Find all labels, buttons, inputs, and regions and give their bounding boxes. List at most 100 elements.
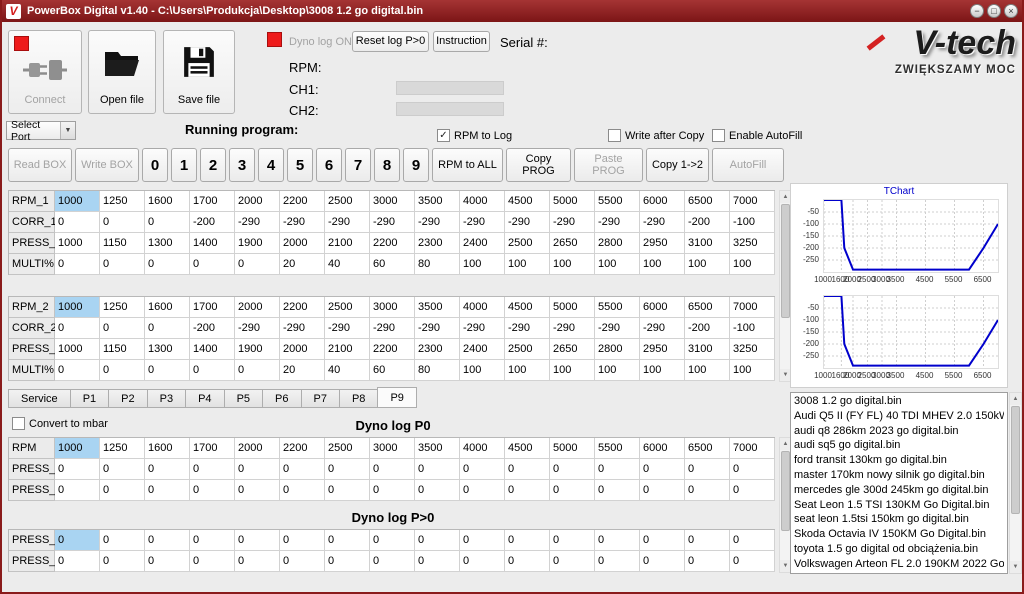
close-button[interactable]: × [1004, 4, 1018, 18]
table-cell[interactable]: 0 [100, 530, 145, 551]
table-cell[interactable]: 0 [145, 212, 190, 233]
instruction-button[interactable]: Instruction [433, 31, 490, 52]
table-cell[interactable]: 0 [280, 530, 325, 551]
table-cell[interactable]: 0 [415, 480, 460, 501]
table-cell[interactable]: 20 [280, 360, 325, 381]
table-cell[interactable]: 1150 [100, 233, 145, 254]
tab-p1[interactable]: P1 [69, 389, 109, 408]
table-cell[interactable]: 1400 [190, 339, 235, 360]
table-cell[interactable]: 0 [235, 360, 280, 381]
table-cell[interactable]: 0 [640, 459, 685, 480]
scroll-down-icon[interactable]: ▼ [1010, 561, 1021, 573]
tab-p8[interactable]: P8 [338, 389, 378, 408]
table-cell[interactable]: 2800 [595, 339, 640, 360]
table-cell[interactable]: -290 [370, 212, 415, 233]
table-cell[interactable]: 2500 [505, 233, 550, 254]
tab-p3[interactable]: P3 [146, 389, 186, 408]
table-cell[interactable]: -290 [550, 212, 595, 233]
digit-button-9[interactable]: 9 [403, 148, 429, 182]
table-cell[interactable]: 0 [325, 551, 370, 572]
table-cell[interactable]: 0 [460, 480, 505, 501]
digit-button-5[interactable]: 5 [287, 148, 313, 182]
table-cell[interactable]: 2100 [325, 233, 370, 254]
table-cell[interactable]: 0 [100, 360, 145, 381]
tab-p5[interactable]: P5 [223, 389, 263, 408]
tab-p9[interactable]: P9 [377, 387, 417, 408]
table-cell[interactable]: 0 [235, 459, 280, 480]
rpm-to-all-button[interactable]: RPM to ALL [432, 148, 503, 182]
table-cell[interactable]: 0 [595, 459, 640, 480]
table-cell[interactable]: 2300 [415, 339, 460, 360]
file-list-item[interactable]: audi q8 286km 2023 go digital.bin [794, 424, 1004, 439]
table-cell[interactable]: -290 [640, 318, 685, 339]
table-cell[interactable]: -200 [685, 318, 730, 339]
digit-button-3[interactable]: 3 [229, 148, 255, 182]
select-port-dropdown[interactable]: Select Port ▼ [6, 119, 76, 143]
write-box-button[interactable]: Write BOX [75, 148, 139, 182]
table-cell[interactable]: -290 [505, 212, 550, 233]
table-cell[interactable]: 1000 [55, 191, 100, 212]
table-cell[interactable]: 0 [145, 459, 190, 480]
table-cell[interactable]: 0 [190, 551, 235, 572]
rpm-to-log-checkbox[interactable]: ✓ RPM to Log [437, 129, 512, 142]
table-cell[interactable]: 3100 [685, 339, 730, 360]
table-cell[interactable]: 4000 [460, 438, 505, 459]
table-cell[interactable]: 1000 [55, 339, 100, 360]
table-cell[interactable]: 2100 [325, 339, 370, 360]
table-cell[interactable]: 2200 [280, 191, 325, 212]
file-list-item[interactable]: Audi Q5 II (FY FL) 40 TDI MHEV 2.0 150kW… [794, 409, 1004, 424]
table-cell[interactable]: 1300 [145, 233, 190, 254]
table-cell[interactable]: 80 [415, 254, 460, 275]
table-cell[interactable]: 2950 [640, 339, 685, 360]
table-cell[interactable]: 0 [370, 530, 415, 551]
table-cell[interactable]: 4500 [505, 297, 550, 318]
table-cell[interactable]: 0 [100, 551, 145, 572]
table-cell[interactable]: 0 [415, 459, 460, 480]
digit-button-7[interactable]: 7 [345, 148, 371, 182]
table-cell[interactable]: 0 [370, 480, 415, 501]
table-cell[interactable]: -290 [460, 212, 505, 233]
table-cell[interactable]: 0 [325, 480, 370, 501]
table-cell[interactable]: 2950 [640, 233, 685, 254]
table-cell[interactable]: 40 [325, 360, 370, 381]
table-cell[interactable]: 0 [550, 551, 595, 572]
open-file-button[interactable]: Open file [88, 30, 156, 114]
table-cell[interactable]: -290 [235, 318, 280, 339]
paste-prog-button[interactable]: Paste PROG [574, 148, 643, 182]
table-cell[interactable]: -200 [190, 318, 235, 339]
table-cell[interactable]: 0 [55, 254, 100, 275]
table-cell[interactable]: 0 [145, 551, 190, 572]
save-file-button[interactable]: Save file [163, 30, 235, 114]
table-cell[interactable]: 100 [505, 360, 550, 381]
table-cell[interactable]: 0 [460, 551, 505, 572]
table-cell[interactable]: 0 [190, 360, 235, 381]
table-cell[interactable]: 60 [370, 254, 415, 275]
table-cell[interactable]: 2200 [280, 297, 325, 318]
tab-p2[interactable]: P2 [108, 389, 147, 408]
digit-button-2[interactable]: 2 [200, 148, 226, 182]
digit-button-6[interactable]: 6 [316, 148, 342, 182]
table-cell[interactable]: 0 [415, 530, 460, 551]
copy-prog-button[interactable]: Copy PROG [506, 148, 571, 182]
digit-button-0[interactable]: 0 [142, 148, 168, 182]
table-cell[interactable]: 0 [730, 530, 775, 551]
table-cell[interactable]: -290 [595, 212, 640, 233]
table-cell[interactable]: 100 [550, 360, 595, 381]
table-cell[interactable]: 3500 [415, 438, 460, 459]
table-cell[interactable]: 2000 [235, 438, 280, 459]
table-cell[interactable]: 0 [550, 459, 595, 480]
file-list-item[interactable]: Skoda Octavia IV 150KM Go Digital.bin [794, 527, 1004, 542]
table-cell[interactable]: 4500 [505, 438, 550, 459]
table-cell[interactable]: 0 [55, 360, 100, 381]
table-cell[interactable]: 0 [685, 551, 730, 572]
dropdown-arrow-icon[interactable]: ▼ [60, 122, 75, 139]
table-cell[interactable]: -200 [190, 212, 235, 233]
table-cell[interactable]: 0 [235, 551, 280, 572]
table-cell[interactable]: 0 [730, 459, 775, 480]
table-cell[interactable]: -290 [640, 212, 685, 233]
table-cell[interactable]: 1600 [145, 297, 190, 318]
table-cell[interactable]: 1600 [145, 438, 190, 459]
file-list-item[interactable]: Volkswagen Arteon FL 2.0 190KM 2022 Go D… [794, 557, 1004, 572]
checkbox-icon[interactable] [712, 129, 725, 142]
table-cell[interactable]: 4000 [460, 297, 505, 318]
